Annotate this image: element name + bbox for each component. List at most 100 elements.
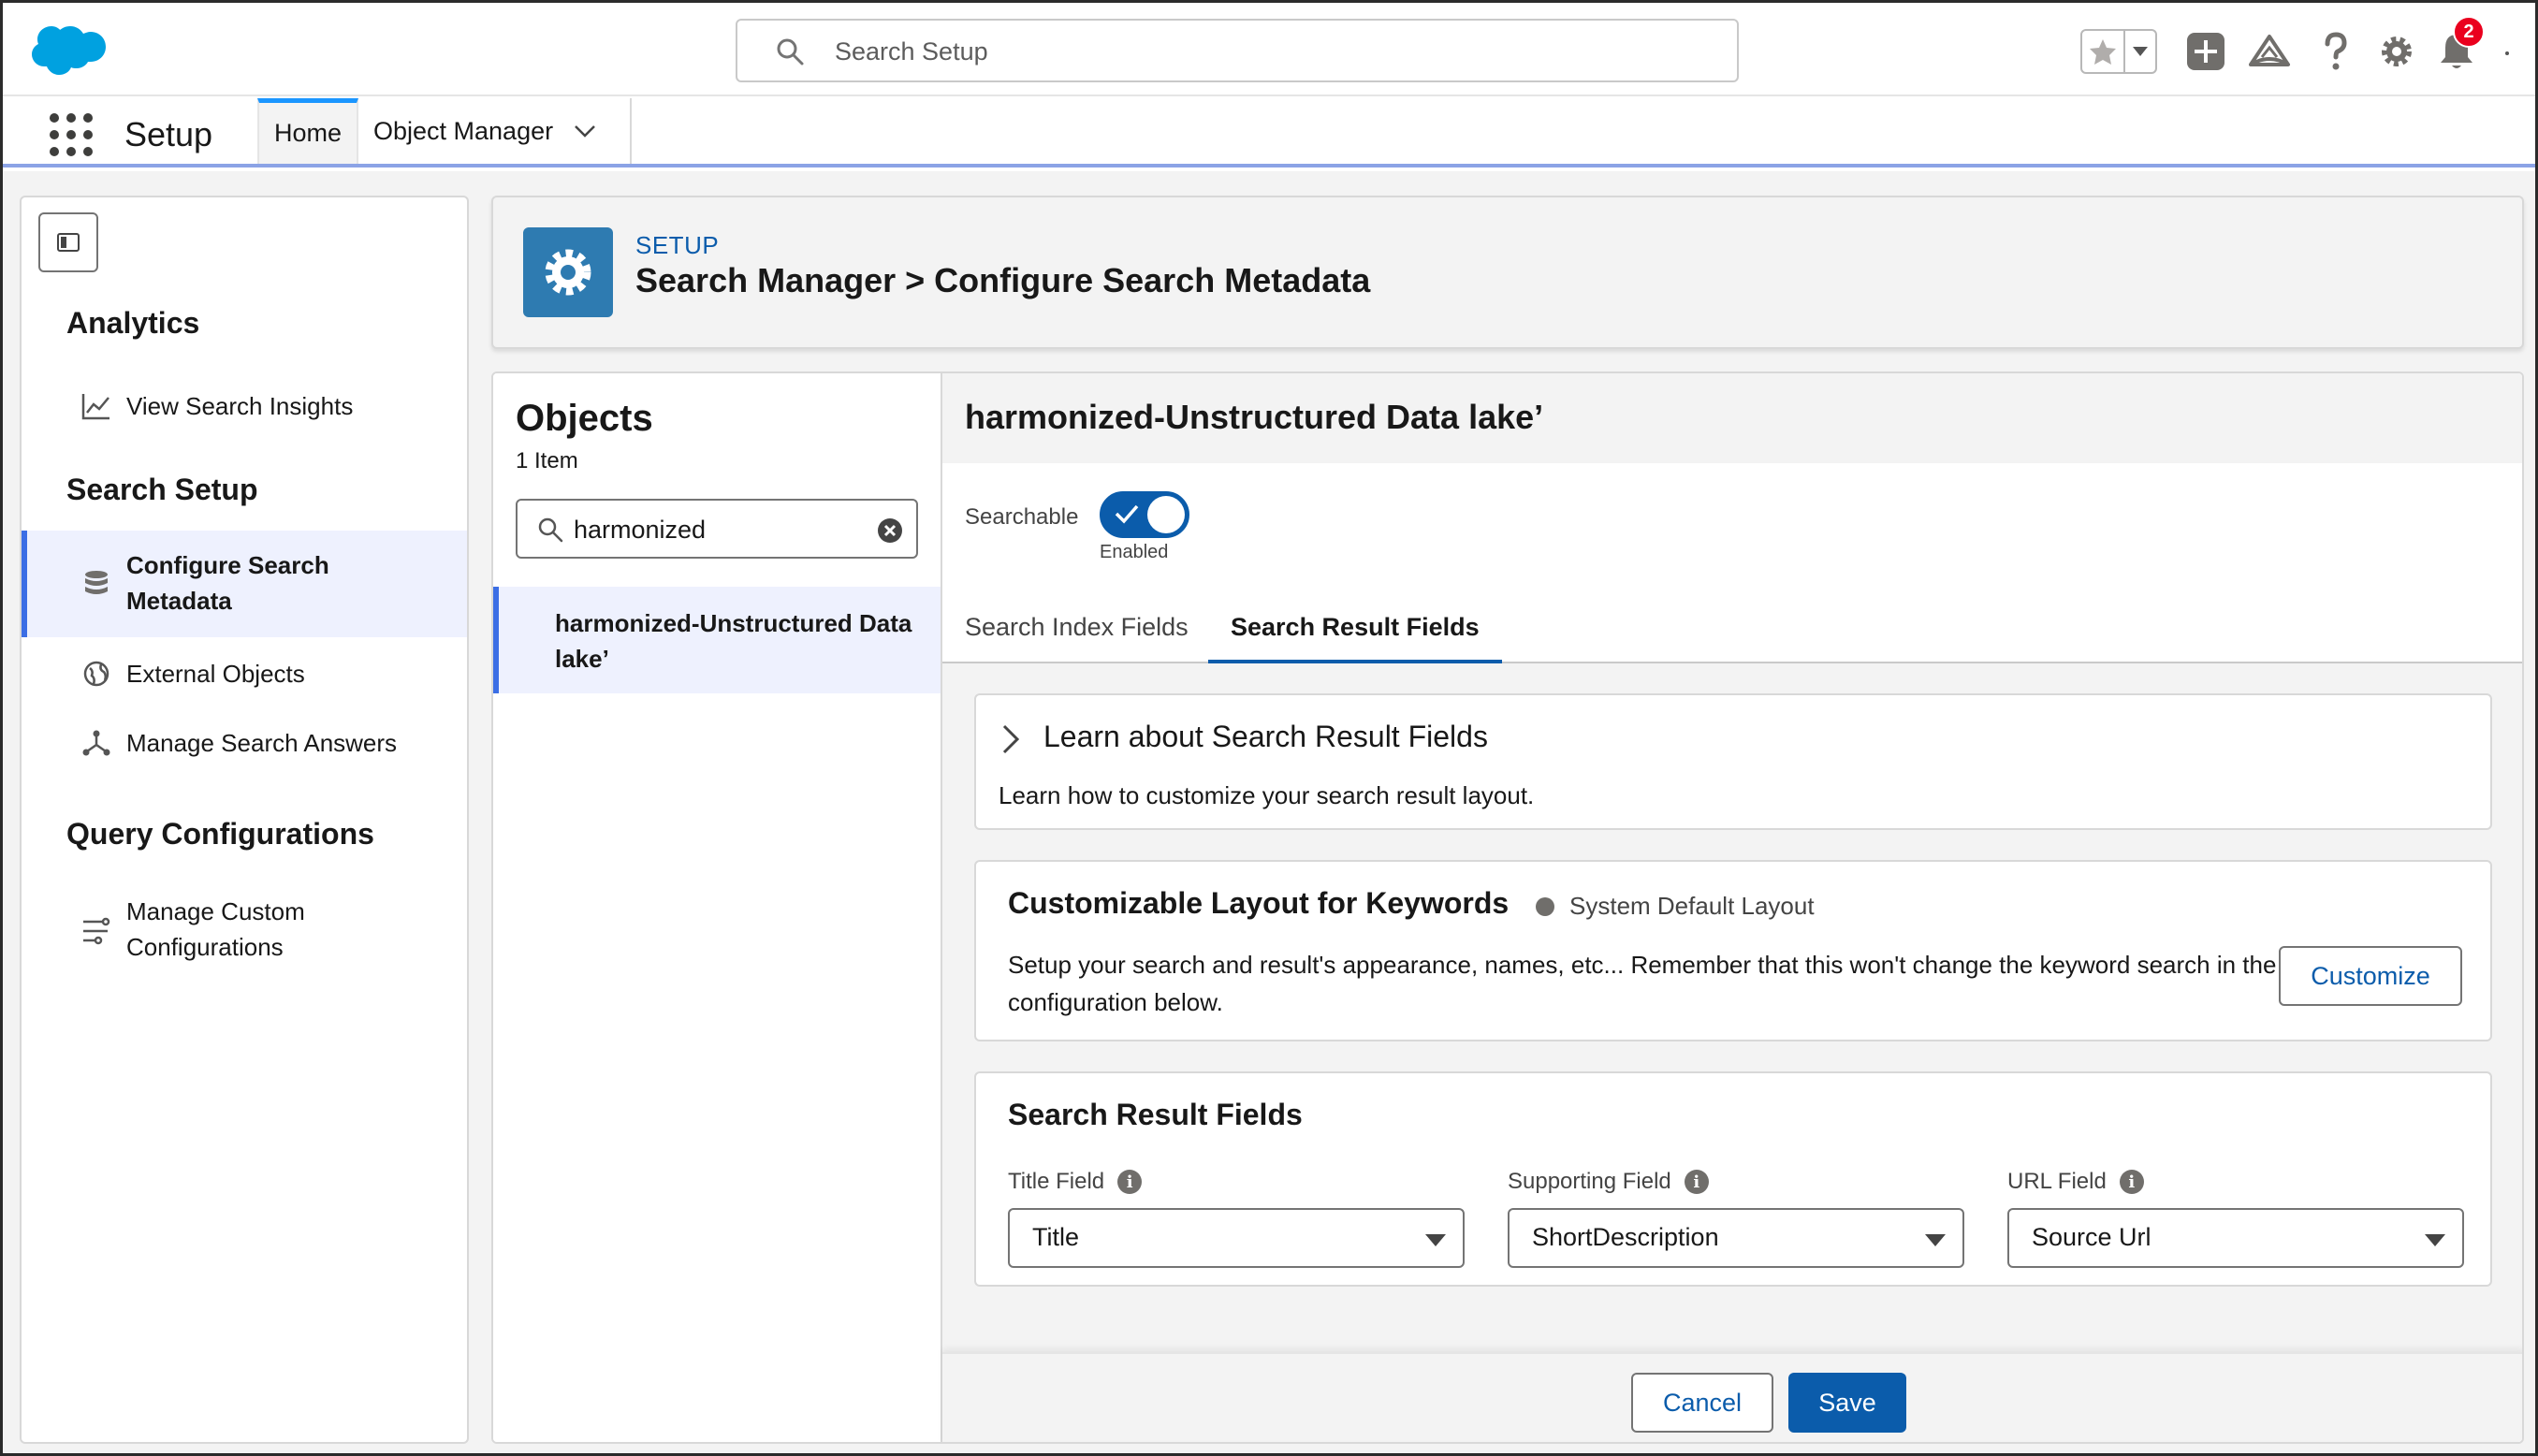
title-field-value: Title <box>1032 1223 1080 1251</box>
status-dot-icon <box>1536 897 1554 916</box>
dropdown-arrow-icon <box>1425 1234 1446 1246</box>
title-field-label: Title Field <box>1008 1169 1105 1194</box>
salesforce-logo[interactable] <box>25 22 106 80</box>
sidebar-item-manage-search-answers[interactable]: Manage Search Answers <box>22 720 467 766</box>
tab-search-index-fields[interactable]: Search Index Fields <box>965 613 1189 663</box>
global-add-icon[interactable] <box>2183 29 2228 74</box>
sidebar-heading-query-configurations: Query Configurations <box>66 817 374 851</box>
filter-flow-icon <box>80 914 113 948</box>
search-icon <box>777 38 804 66</box>
line-chart-icon <box>80 389 113 423</box>
hierarchy-icon <box>80 726 113 760</box>
database-icon <box>80 567 113 601</box>
setup-gear-icon[interactable] <box>2374 29 2419 74</box>
learn-section: Learn about Search Result Fields Learn h… <box>974 693 2492 830</box>
chevron-down-icon[interactable] <box>574 124 596 138</box>
layout-section: Customizable Layout for Keywords System … <box>974 860 2492 1041</box>
learn-text: Learn how to customize your search resul… <box>999 781 1535 809</box>
supporting-field-label: Supporting Field <box>1508 1169 1671 1194</box>
setup-sidebar: Analytics View Search Insights Search Se… <box>20 196 469 1444</box>
global-search-box[interactable]: Search Setup <box>736 19 1739 82</box>
objects-heading: Objects <box>516 398 653 439</box>
global-header: Search Setup 2 <box>3 3 2535 96</box>
result-fields-section: Search Result Fields Title Field i Title … <box>974 1071 2492 1287</box>
cancel-button[interactable]: Cancel <box>1631 1373 1773 1433</box>
sidebar-heading-search-setup: Search Setup <box>66 473 258 506</box>
clear-search-icon[interactable] <box>877 517 903 544</box>
sidebar-item-label: Manage Search Answers <box>126 729 398 757</box>
tab-object-manager-label: Object Manager <box>373 116 554 145</box>
globe-icon <box>80 657 113 691</box>
app-launcher-icon[interactable] <box>50 113 93 156</box>
page-header: SETUP Search Manager > Configure Search … <box>491 196 2524 349</box>
supporting-field: Supporting Field i ShortDescription <box>1508 1165 1964 1268</box>
global-search-placeholder: Search Setup <box>835 37 988 66</box>
url-field-label: URL Field <box>2007 1169 2107 1194</box>
app-window: Search Setup 2 Setup Home Object Manager… <box>0 0 2538 1456</box>
detail-title-bar: harmonized-Unstructured Data lake’ <box>942 373 2522 463</box>
title-field-select[interactable]: Title <box>1008 1208 1465 1268</box>
tab-search-result-fields[interactable]: Search Result Fields <box>1208 613 1502 663</box>
dropdown-arrow-icon <box>1925 1234 1946 1246</box>
chevron-right-icon[interactable] <box>1000 723 1021 755</box>
sidebar-item-configure-search-metadata[interactable]: Configure Search Metadata <box>22 531 467 637</box>
detail-footer: Cancel Save <box>942 1352 2522 1442</box>
objects-column: Objects 1 Item harmonized-Unstructured D… <box>493 373 942 1442</box>
app-name: Setup <box>124 115 213 153</box>
tab-content: Learn about Search Result Fields Learn h… <box>942 663 2522 1363</box>
layout-heading: Customizable Layout for Keywords <box>1008 886 1510 920</box>
check-icon <box>1115 504 1139 524</box>
sidebar-item-label: Configure Search Metadata <box>126 551 329 615</box>
learn-heading[interactable]: Learn about Search Result Fields <box>1043 720 1488 754</box>
objects-search-input[interactable] <box>574 512 854 547</box>
url-field: URL Field i Source Url <box>2007 1165 2464 1268</box>
trailhead-icon[interactable] <box>2247 29 2292 74</box>
title-field: Title Field i Title <box>1008 1165 1465 1268</box>
object-list-item-label: harmonized-Unstructured Data lake’ <box>555 609 912 673</box>
main-panel: Objects 1 Item harmonized-Unstructured D… <box>491 371 2524 1444</box>
object-list-item[interactable]: harmonized-Unstructured Data lake’ <box>493 587 941 693</box>
tab-home[interactable]: Home <box>257 98 358 164</box>
info-icon[interactable]: i <box>1684 1170 1709 1194</box>
url-field-value: Source Url <box>2032 1223 2151 1251</box>
sidebar-item-view-search-insights[interactable]: View Search Insights <box>22 383 467 430</box>
favorites-star-icon[interactable] <box>2082 31 2125 72</box>
result-fields-heading: Search Result Fields <box>1008 1098 1303 1131</box>
toggle-knob <box>1147 496 1185 533</box>
searchable-toggle[interactable] <box>1100 491 1189 538</box>
sidebar-item-external-objects[interactable]: External Objects <box>22 650 467 697</box>
detail-tabs: Search Index Fields Search Result Fields <box>942 587 2522 663</box>
layout-status: System Default Layout <box>1569 892 1815 920</box>
sidebar-heading-analytics: Analytics <box>66 306 200 340</box>
customize-button[interactable]: Customize <box>2279 946 2462 1006</box>
search-icon <box>538 517 563 543</box>
sidebar-collapse-button[interactable] <box>38 212 98 272</box>
info-icon[interactable]: i <box>2119 1170 2144 1194</box>
detail-title: harmonized-Unstructured Data lake’ <box>965 398 1544 436</box>
page-eyebrow: SETUP <box>635 231 720 259</box>
sidebar-item-label: Manage Custom Configurations <box>126 897 305 961</box>
help-icon[interactable] <box>2312 29 2357 74</box>
tab-object-manager[interactable]: Object Manager <box>358 98 632 164</box>
favorites-group[interactable] <box>2080 29 2157 74</box>
supporting-field-value: ShortDescription <box>1532 1223 1719 1251</box>
panel-toggle-icon <box>57 233 80 252</box>
info-icon[interactable]: i <box>1117 1170 1143 1194</box>
dropdown-arrow-icon <box>2425 1234 2445 1246</box>
searchable-label: Searchable <box>965 504 1079 530</box>
object-detail: harmonized-Unstructured Data lake’ Searc… <box>942 373 2522 1442</box>
sidebar-item-label: External Objects <box>126 660 305 688</box>
sidebar-item-manage-custom-configurations[interactable]: Manage Custom Configurations <box>22 890 467 970</box>
setup-gear-tile-icon <box>523 227 613 317</box>
supporting-field-select[interactable]: ShortDescription <box>1508 1208 1964 1268</box>
layout-text: Setup your search and result's appearanc… <box>1008 951 2277 1016</box>
notification-count-badge: 2 <box>2453 16 2485 48</box>
page-title: Search Manager > Configure Search Metada… <box>635 261 1371 299</box>
objects-count: 1 Item <box>516 448 578 473</box>
sidebar-item-label: View Search Insights <box>126 392 354 420</box>
favorites-dropdown-icon[interactable] <box>2125 31 2155 72</box>
url-field-select[interactable]: Source Url <box>2007 1208 2464 1268</box>
objects-search-box <box>516 499 918 559</box>
save-button[interactable]: Save <box>1788 1373 1906 1433</box>
app-nav-bar: Setup Home Object Manager <box>3 98 2535 167</box>
